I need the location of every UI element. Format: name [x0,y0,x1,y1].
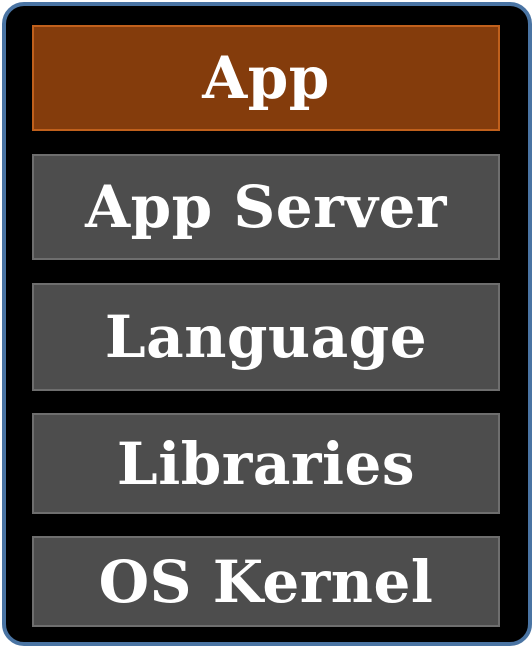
layer-libraries: Libraries [32,413,500,514]
layer-app: App [32,25,500,131]
layer-app-server: App Server [32,154,500,260]
layer-os-kernel: OS Kernel [32,536,500,627]
layer-language: Language [32,283,500,391]
